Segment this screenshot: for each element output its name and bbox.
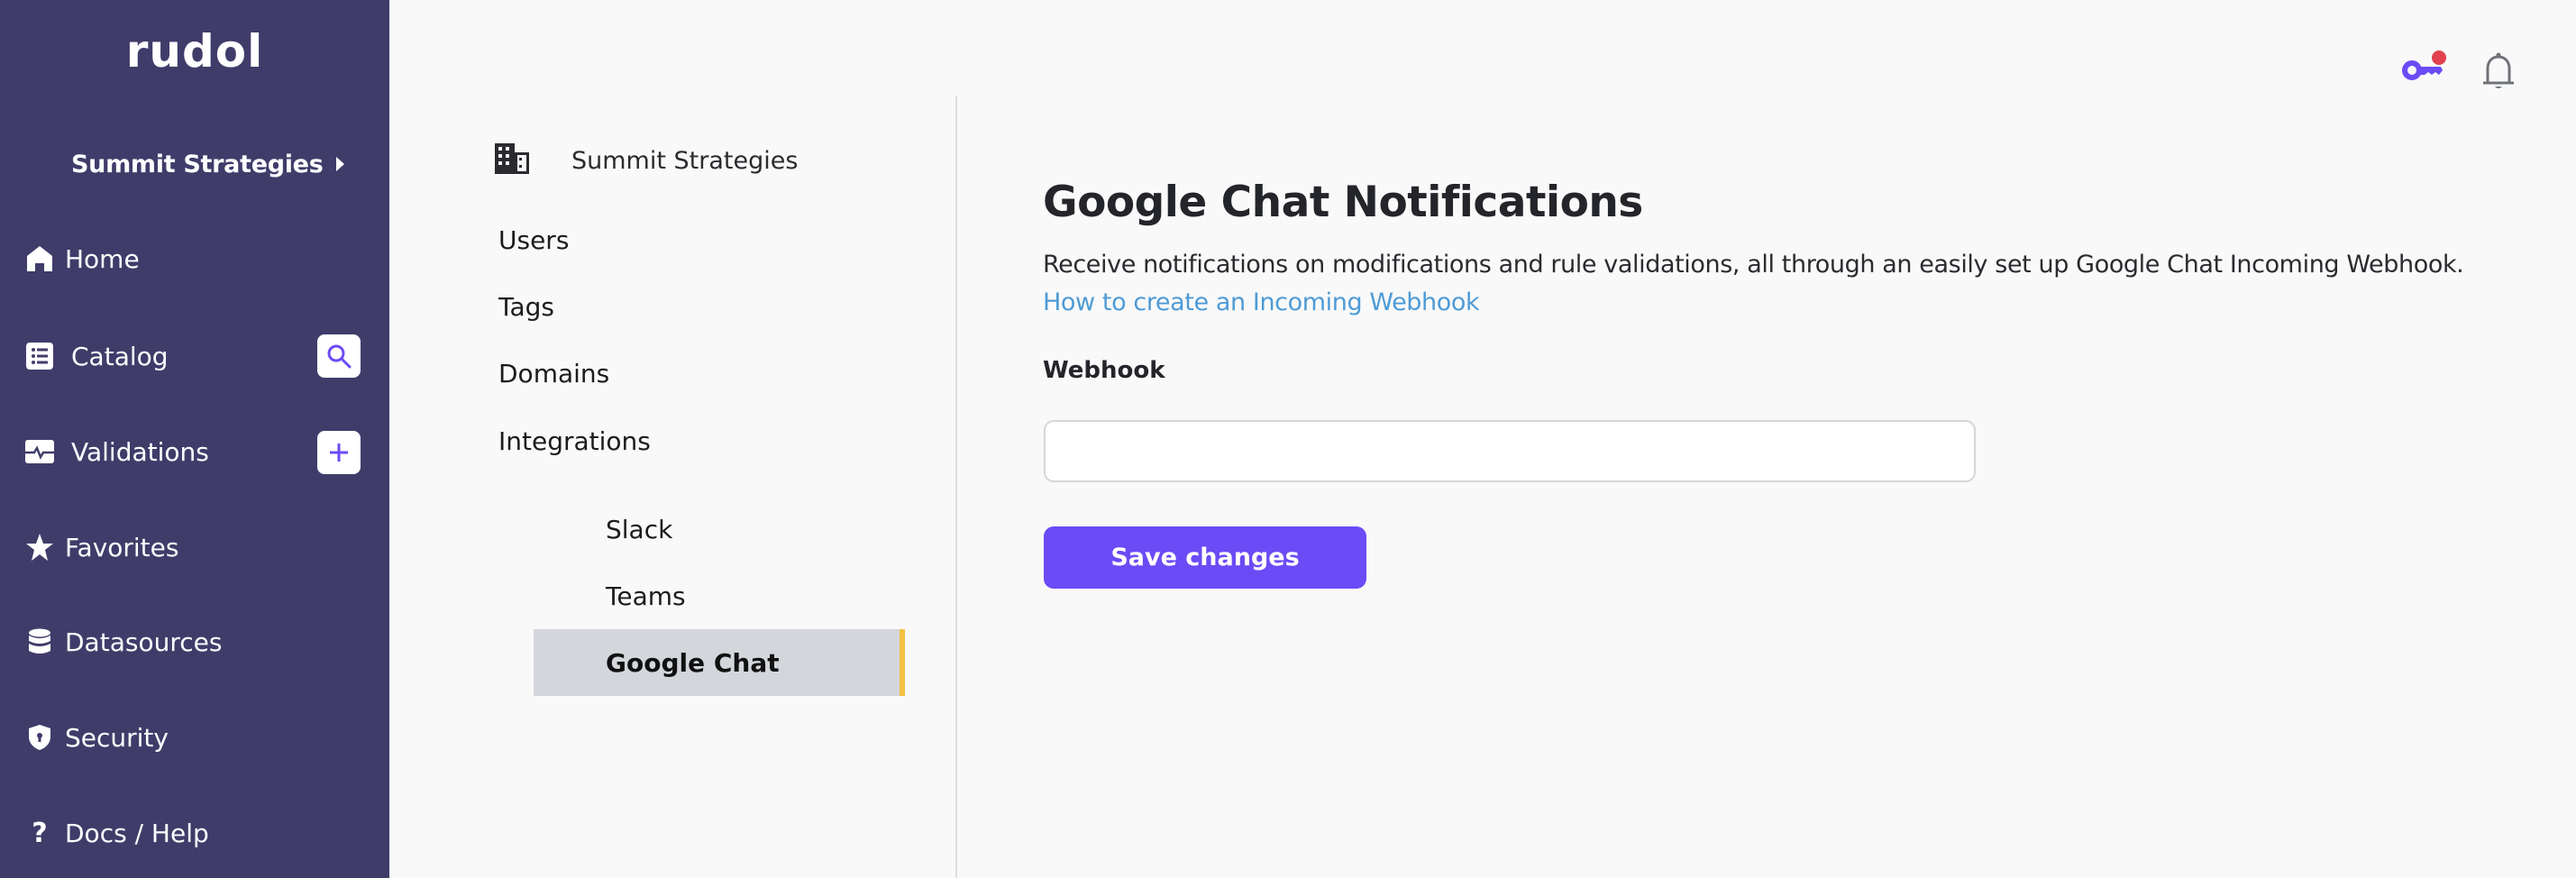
list-icon <box>25 342 54 370</box>
settings-nav-google-chat[interactable]: Google Chat <box>534 629 905 696</box>
shield-lock-icon <box>25 723 54 752</box>
sidebar-item-label: Docs / Help <box>65 818 209 848</box>
webhook-input[interactable] <box>1044 420 1976 482</box>
settings-nav-tags[interactable]: Tags <box>498 292 554 322</box>
webhook-label: Webhook <box>1043 357 1165 384</box>
sidebar-item-label: Security <box>65 722 169 753</box>
sidebar-item-home[interactable]: Home <box>0 232 389 286</box>
org-switcher-label: Summit Strategies <box>71 150 324 178</box>
settings-nav-divider <box>955 96 957 878</box>
logo[interactable]: rudol <box>0 25 389 78</box>
settings-nav-google-chat-label: Google Chat <box>606 647 780 678</box>
active-indicator <box>900 629 905 696</box>
question-icon: ? <box>32 817 48 849</box>
page-title: Google Chat Notifications <box>1043 178 1643 227</box>
org-switcher[interactable]: Summit Strategies <box>71 146 360 182</box>
settings-nav-domains[interactable]: Domains <box>498 359 609 389</box>
catalog-search-button[interactable] <box>317 334 361 378</box>
sidebar-item-label: Favorites <box>65 532 179 562</box>
sidebar-item-datasources[interactable]: Datasources <box>0 615 389 669</box>
settings-nav-users[interactable]: Users <box>498 225 569 255</box>
sidebar-item-favorites[interactable]: Favorites <box>0 520 389 574</box>
sidebar-item-security[interactable]: Security <box>0 710 389 764</box>
bell-icon <box>2483 52 2514 88</box>
settings-nav-slack[interactable]: Slack <box>534 496 905 562</box>
add-validation-button[interactable] <box>317 431 361 474</box>
notification-dot <box>2432 50 2446 65</box>
search-icon <box>327 344 352 369</box>
database-icon <box>25 627 54 656</box>
home-icon <box>25 244 54 273</box>
sidebar-item-label: Validations <box>71 436 209 467</box>
app-root: rudol Summit Strategies Home Catalog Val… <box>0 0 2576 878</box>
settings-org-header: Summit Strategies <box>495 142 798 178</box>
settings-nav-integrations[interactable]: Integrations <box>498 426 651 456</box>
incoming-webhook-help-link[interactable]: How to create an Incoming Webhook <box>1043 288 1480 316</box>
sidebar-item-label: Catalog <box>71 341 169 371</box>
settings-nav-teams-label: Teams <box>606 581 686 611</box>
pulse-icon <box>25 437 54 466</box>
sidebar-item-docs-help[interactable]: ? Docs / Help <box>0 806 389 860</box>
save-changes-button[interactable]: Save changes <box>1044 526 1366 589</box>
star-icon <box>25 533 54 562</box>
sidebar-item-label: Home <box>65 243 140 274</box>
settings-nav-teams[interactable]: Teams <box>534 562 905 629</box>
settings-org-title: Summit Strategies <box>571 146 799 175</box>
caret-right-icon <box>336 157 344 171</box>
sidebar-item-label: Datasources <box>65 626 223 657</box>
building-icon <box>495 143 529 178</box>
page-description: Receive notifications on modifications a… <box>1043 251 2464 279</box>
sidebar: rudol Summit Strategies Home Catalog Val… <box>0 0 389 878</box>
settings-nav <box>389 0 957 878</box>
notifications-button[interactable] <box>2480 50 2517 94</box>
settings-nav-slack-label: Slack <box>606 514 673 544</box>
plus-icon <box>330 444 348 462</box>
